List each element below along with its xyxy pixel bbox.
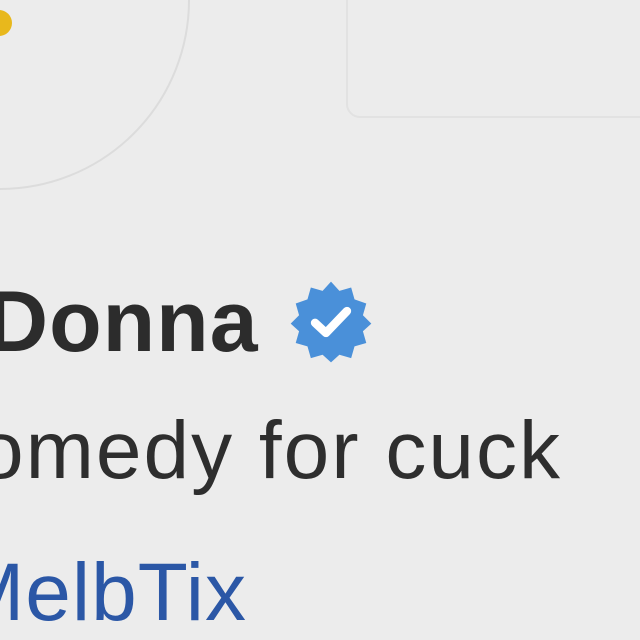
avatar[interactable] — [0, 0, 190, 190]
follow-button[interactable] — [346, 0, 640, 118]
verified-badge-icon — [289, 280, 373, 364]
name-row: Donna — [0, 272, 373, 372]
profile-link[interactable]: MelbTix — [0, 547, 247, 638]
verified-badge-icon-svg — [290, 281, 371, 363]
profile-header: Donna omedy for cuck MelbTix — [0, 0, 640, 640]
display-name: Donna — [0, 274, 259, 370]
profile-bio: omedy for cuck — [0, 405, 562, 496]
